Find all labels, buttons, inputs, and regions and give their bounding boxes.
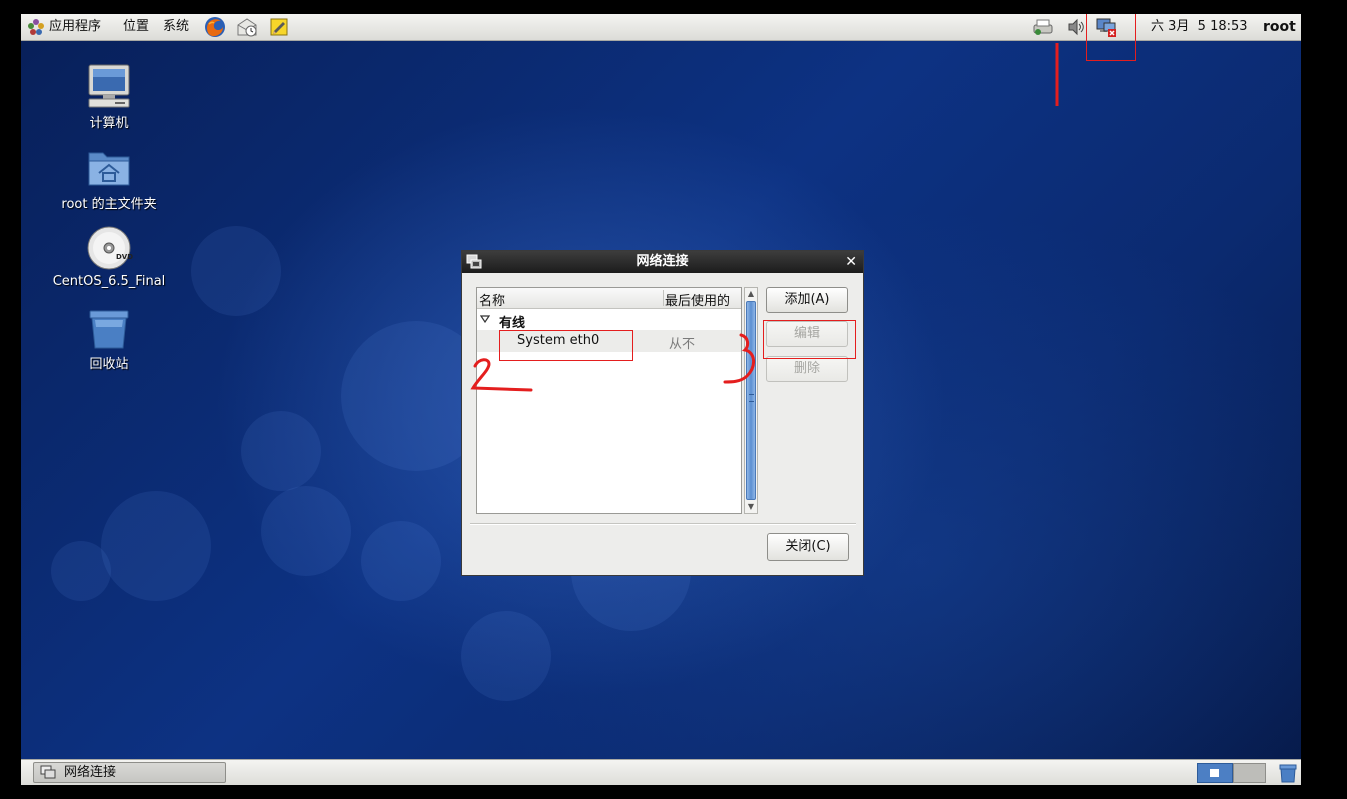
group-row-wired[interactable]: 有线: [477, 310, 741, 331]
workspace-2[interactable]: [1233, 763, 1266, 783]
column-separator: [663, 290, 664, 306]
annotation-box-tray: [1086, 14, 1136, 61]
firefox-icon[interactable]: [204, 16, 226, 38]
gnome-foot-icon: [28, 18, 44, 35]
wallpaper-bubble: [51, 541, 111, 601]
group-label: 有线: [499, 316, 526, 331]
wallpaper-bubble: [361, 521, 441, 601]
trash-applet-icon[interactable]: [1278, 763, 1298, 783]
trash-icon: [89, 310, 129, 349]
scroll-down-icon[interactable]: ▼: [745, 501, 757, 513]
network-icon: [40, 765, 56, 779]
scroll-thumb[interactable]: [746, 301, 756, 500]
svg-text:DVD: DVD: [116, 253, 133, 261]
desktop-icon-computer[interactable]: 计算机: [44, 62, 174, 131]
connection-last-used: 从不: [669, 337, 696, 352]
workspace-1[interactable]: [1197, 763, 1233, 783]
annotation-line-1: [1055, 43, 1059, 106]
printer-icon[interactable]: [1032, 17, 1054, 37]
desktop-icon-label: root 的主文件夹: [61, 197, 157, 212]
annotation-mark-2: [470, 358, 533, 392]
wallpaper-bubble: [191, 226, 281, 316]
notes-icon[interactable]: [268, 16, 290, 38]
column-header-name[interactable]: 名称: [479, 290, 505, 309]
desktop-icon-trash[interactable]: 回收站: [44, 305, 174, 372]
wallpaper-bubble: [241, 411, 321, 491]
taskbar-item-network-connections[interactable]: 网络连接: [33, 762, 226, 783]
dvd-icon: DVD: [87, 226, 133, 270]
expander-down-icon[interactable]: [480, 315, 490, 323]
annotation-mark-3: [723, 333, 755, 384]
applications-menu[interactable]: 应用程序: [27, 14, 101, 40]
system-menu[interactable]: 系统: [163, 14, 189, 40]
delete-button[interactable]: 删除: [766, 356, 848, 382]
mail-clock-icon[interactable]: [236, 16, 258, 38]
screen: 应用程序 位置 系统 六 3月 5 18:53 root 计算机 root 的主…: [21, 14, 1301, 785]
places-menu[interactable]: 位置: [123, 14, 149, 40]
workspace-window-preview: [1210, 769, 1219, 777]
desktop-icon-home-folder[interactable]: root 的主文件夹: [44, 145, 174, 212]
close-icon[interactable]: ✕: [845, 251, 857, 273]
list-header: 名称 最后使用的: [477, 288, 741, 309]
scroll-up-icon[interactable]: ▲: [745, 288, 757, 300]
volume-icon[interactable]: [1065, 17, 1087, 37]
wallpaper-bubble: [261, 486, 351, 576]
window-title: 网络连接: [636, 254, 689, 269]
bottom-panel: 网络连接: [21, 759, 1301, 785]
computer-icon: [88, 64, 130, 108]
titlebar[interactable]: 网络连接 ✕: [462, 251, 863, 273]
scroll-grip: [749, 394, 754, 402]
desktop-icon-label: CentOS_6.5_Final: [52, 274, 166, 289]
home-folder-icon: [88, 152, 130, 186]
column-header-last-used[interactable]: 最后使用的: [665, 290, 730, 309]
desktop-icon-label: 回收站: [89, 357, 129, 372]
wallpaper-bubble: [101, 491, 211, 601]
connection-list[interactable]: 名称 最后使用的 有线 System eth0 从不: [476, 287, 742, 514]
network-connections-window: 网络连接 ✕ 名称 最后使用的 有线 System eth0 从不 ▲ ▼ 添加…: [461, 250, 864, 576]
add-button[interactable]: 添加(A): [766, 287, 848, 313]
separator: [470, 523, 856, 525]
desktop-icon-label: 计算机: [89, 116, 129, 131]
wallpaper-bubble: [461, 611, 551, 701]
clock[interactable]: 六 3月 5 18:53: [1151, 14, 1248, 40]
close-button[interactable]: 关闭(C): [767, 533, 849, 561]
annotation-box-edit: [763, 320, 856, 359]
desktop-icon-dvd[interactable]: DVD CentOS_6.5_Final: [44, 224, 174, 289]
user-menu[interactable]: root: [1263, 14, 1296, 40]
taskbar-item-label: 网络连接: [64, 765, 117, 780]
applications-menu-label: 应用程序: [49, 19, 102, 34]
list-scrollbar[interactable]: ▲ ▼: [744, 287, 758, 514]
